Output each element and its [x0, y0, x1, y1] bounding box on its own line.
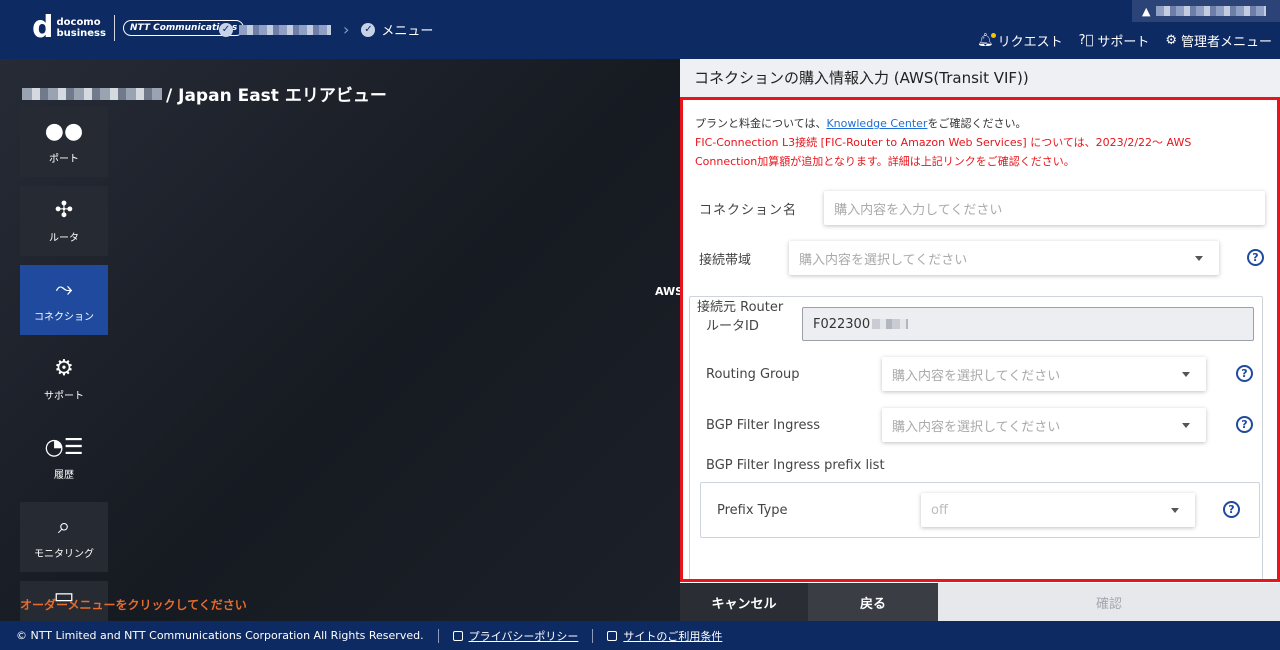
- confirm-button[interactable]: 確認: [938, 583, 1280, 621]
- monitoring-icon: ⌕: [57, 513, 71, 539]
- warning-line-1: FIC-Connection L3接続 [FIC-Router to Amazo…: [695, 136, 1192, 149]
- panel-title: コネクションの購入情報入力 (AWS(Transit VIF)): [680, 59, 1280, 97]
- logo-line2: business: [56, 28, 106, 39]
- connection-name-row: コネクション名 購入内容を入力してください: [695, 190, 1265, 226]
- router-icon: ✣: [54, 197, 74, 223]
- nav-support[interactable]: ⚙ サポート: [20, 344, 108, 414]
- redacted-tenant-name[interactable]: [239, 24, 331, 35]
- question-icon: ?⃝: [1078, 33, 1094, 48]
- logo-line1: docomo: [56, 17, 101, 28]
- bgp-filter-ingress-select[interactable]: 購入内容を選択してください: [882, 408, 1206, 442]
- footer-divider: [592, 628, 594, 643]
- bandwidth-row: 接続帯域 購入内容を選択してください ?: [695, 240, 1265, 276]
- user-icon: ▲: [1142, 4, 1151, 18]
- history-icon: ◔☰: [44, 434, 84, 460]
- routing-group-select[interactable]: 購入内容を選択してください: [882, 357, 1206, 391]
- purchase-form: プランと料金については、Knowledge Centerをご確認ください。 FI…: [680, 97, 1280, 582]
- check-icon: ✓: [219, 22, 233, 37]
- privacy-policy-link[interactable]: プライバシーポリシー: [452, 628, 578, 644]
- prefix-type-select[interactable]: off: [921, 493, 1195, 527]
- nav-monitoring[interactable]: ⌕ モニタリング: [20, 502, 108, 572]
- logo-divider: [113, 15, 115, 41]
- redacted-user-name: [1156, 6, 1267, 16]
- connection-name-input[interactable]: 購入内容を入力してください: [824, 191, 1265, 225]
- back-button[interactable]: 戻る: [808, 583, 938, 621]
- source-router-box: ルータID F022300 Routing Group 購入内容を選択してくださ…: [689, 296, 1263, 579]
- prefix-type-label: Prefix Type: [717, 502, 788, 518]
- external-link-icon: [452, 630, 463, 641]
- user-gear-icon: ⚙: [54, 355, 74, 381]
- bgp-filter-help-icon[interactable]: ?: [1236, 416, 1253, 433]
- order-menu-hint: オーダーメニューをクリックしてください: [20, 598, 247, 612]
- footer: © NTT Limited and NTT Communications Cor…: [0, 621, 1280, 650]
- prefix-list-box: Prefix Type off ?: [700, 482, 1260, 538]
- check-icon: ✓: [361, 22, 376, 37]
- cancel-button[interactable]: キャンセル: [680, 583, 808, 621]
- connection-purchase-panel: コネクションの購入情報入力 (AWS(Transit VIF)) プランと料金に…: [680, 59, 1280, 583]
- order-menu: ●● ポート ✣ ルータ ⤳ コネクション ⚙ サポート ◔☰ 履歴 ⌕ モニタ…: [20, 107, 108, 621]
- area-view: / Japan East エリアビュー ●● ポート ✣ ルータ ⤳ コネクショ…: [0, 59, 680, 621]
- external-link-icon: [607, 630, 618, 641]
- bandwidth-help-icon[interactable]: ?: [1247, 249, 1264, 266]
- breadcrumb-menu[interactable]: メニュー: [381, 20, 433, 39]
- gear-icon: ⚙: [1165, 33, 1177, 48]
- user-account[interactable]: ▲: [1132, 0, 1280, 22]
- terms-of-use-link[interactable]: サイトのご利用条件: [607, 628, 722, 644]
- router-id-label: ルータID: [706, 318, 759, 334]
- bell-icon: 🔔︎: [977, 33, 996, 48]
- bandwidth-label: 接続帯域: [699, 252, 752, 268]
- redacted-tenant: [22, 87, 162, 100]
- copyright: © NTT Limited and NTT Communications Cor…: [16, 629, 424, 642]
- form-actions: キャンセル 戻る 確認: [680, 583, 1280, 621]
- docomo-business-logo[interactable]: d docomo business NTT Communications: [32, 10, 245, 45]
- bgp-filter-ingress-label: BGP Filter Ingress: [706, 417, 820, 433]
- bandwidth-select[interactable]: 購入内容を選択してください: [789, 241, 1219, 275]
- plan-info: プランと料金については、Knowledge Centerをご確認ください。: [695, 117, 1027, 130]
- footer-divider: [437, 628, 439, 643]
- warning-line-2: Connection加算額が追加となります。詳細は上記リンクをご確認ください。: [695, 155, 1075, 168]
- bgp-prefix-list-label: BGP Filter Ingress prefix list: [706, 458, 885, 473]
- chevron-right-icon: ›: [343, 20, 350, 39]
- header-links: 🔔︎ リクエスト ?⃝ サポート ⚙ 管理者メニュー: [961, 31, 1272, 50]
- aws-node-label: AWS: [655, 285, 680, 298]
- connection-icon: ⤳: [55, 276, 73, 302]
- nav-history[interactable]: ◔☰ 履歴: [20, 423, 108, 493]
- support-link[interactable]: ?⃝ サポート: [1079, 31, 1150, 50]
- page-title: / Japan East エリアビュー: [22, 81, 387, 106]
- routing-group-label: Routing Group: [706, 366, 800, 382]
- nav-connection[interactable]: ⤳ コネクション: [20, 265, 108, 335]
- logo-d-mark: d: [32, 10, 54, 45]
- prefix-type-help-icon[interactable]: ?: [1223, 501, 1240, 518]
- request-link[interactable]: 🔔︎ リクエスト: [977, 31, 1063, 50]
- admin-menu-link[interactable]: ⚙ 管理者メニュー: [1165, 31, 1272, 50]
- router-id-field: F022300: [802, 307, 1254, 341]
- top-header: d docomo business NTT Communications ✓ ›…: [0, 0, 1280, 59]
- knowledge-center-link[interactable]: Knowledge Center: [826, 117, 927, 130]
- redacted-router-id: [872, 319, 909, 329]
- nav-port[interactable]: ●● ポート: [20, 107, 108, 177]
- connection-name-label: コネクション名: [699, 202, 798, 218]
- routing-group-help-icon[interactable]: ?: [1236, 365, 1253, 382]
- breadcrumb: ✓ › ✓ メニュー: [219, 20, 433, 39]
- port-icon: ●●: [44, 118, 84, 144]
- nav-router[interactable]: ✣ ルータ: [20, 186, 108, 256]
